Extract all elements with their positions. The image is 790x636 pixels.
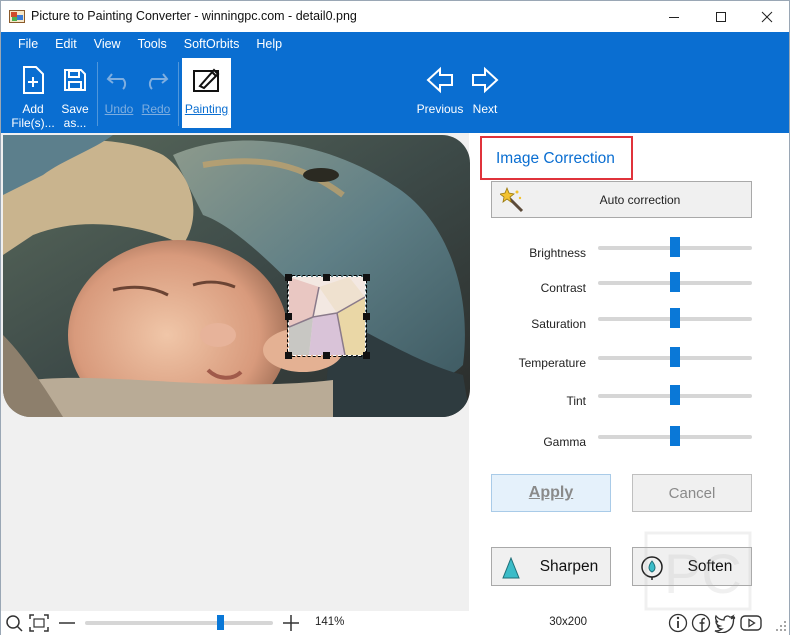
- add-files-button[interactable]: Add File(s)...: [9, 58, 57, 130]
- slider-label-brightness: Brightness: [529, 246, 586, 260]
- zoom-out-icon[interactable]: [57, 615, 77, 634]
- zoom-level: 141%: [315, 616, 345, 628]
- add-files-label-line1: Add: [22, 102, 44, 116]
- slider-label-gamma: Gamma: [543, 435, 586, 449]
- watermark-logo: PC: [644, 531, 752, 611]
- auto-correction-label: Auto correction: [599, 192, 681, 207]
- app-window: Picture to Painting Converter - winningp…: [0, 0, 790, 635]
- save-as-button[interactable]: Save as...: [58, 58, 92, 130]
- add-files-label-line2: File(s)...: [11, 116, 55, 130]
- youtube-icon[interactable]: [740, 614, 762, 635]
- zoom-in-icon[interactable]: [281, 614, 301, 635]
- menu-view[interactable]: View: [85, 34, 129, 54]
- menu-file[interactable]: File: [1, 34, 46, 54]
- zoom-slider-thumb[interactable]: [217, 615, 224, 630]
- cancel-button[interactable]: Cancel: [632, 474, 752, 512]
- slider-thumb-temperature[interactable]: [670, 347, 680, 367]
- app-logo-icon: [9, 9, 25, 24]
- resize-handle[interactable]: [363, 313, 370, 320]
- resize-handle[interactable]: [363, 352, 370, 359]
- title-bar: Picture to Painting Converter - winningp…: [1, 1, 789, 32]
- painting-label: Painting: [184, 102, 229, 116]
- minimize-button[interactable]: [651, 1, 697, 32]
- menu-softorbits[interactable]: SoftOrbits: [175, 34, 248, 54]
- save-icon: [58, 58, 92, 102]
- redo-icon: [139, 58, 173, 102]
- slider-thumb-saturation[interactable]: [670, 308, 680, 328]
- svg-text:PC: PC: [664, 542, 742, 605]
- resize-handle[interactable]: [323, 274, 330, 281]
- window-title: Picture to Painting Converter - winningp…: [31, 9, 357, 23]
- toolbar: Add File(s)... Save as... Undo Redo Pain…: [1, 58, 789, 130]
- slider-thumb-gamma[interactable]: [670, 426, 680, 446]
- next-label: Next: [472, 102, 498, 116]
- slider-label-saturation: Saturation: [531, 317, 586, 331]
- auto-correction-button[interactable]: Auto correction: [491, 181, 752, 218]
- resize-handle[interactable]: [363, 274, 370, 281]
- fit-to-window-icon[interactable]: [29, 614, 49, 635]
- resize-handle[interactable]: [285, 352, 292, 359]
- apply-label: Apply: [528, 484, 574, 501]
- magic-wand-icon: [499, 186, 526, 216]
- save-label-line2: as...: [63, 116, 87, 130]
- redo-button[interactable]: Redo: [139, 58, 173, 128]
- slider-label-contrast: Contrast: [540, 281, 586, 295]
- image-dimensions: 30x200: [549, 616, 587, 628]
- selection-box[interactable]: [287, 275, 367, 357]
- toolbar-separator: [178, 62, 179, 126]
- zoom-slider-track[interactable]: [85, 621, 273, 625]
- zoom-search-icon[interactable]: [5, 614, 25, 635]
- redo-label: Redo: [141, 102, 171, 116]
- cancel-label: Cancel: [668, 484, 716, 502]
- sharpen-icon: [502, 556, 520, 582]
- previous-button[interactable]: Previous: [416, 58, 464, 128]
- arrow-right-icon: [470, 58, 500, 102]
- resize-grip-icon[interactable]: [775, 620, 787, 635]
- sharpen-label: Sharpen: [539, 557, 599, 575]
- menu-help[interactable]: Help: [247, 34, 290, 54]
- close-button[interactable]: [744, 1, 790, 32]
- apply-button[interactable]: Apply: [491, 474, 611, 512]
- resize-handle[interactable]: [285, 274, 292, 281]
- painting-icon: [182, 58, 231, 102]
- slider-label-tint: Tint: [566, 394, 586, 408]
- menu-edit[interactable]: Edit: [46, 34, 85, 54]
- menu-bar: File Edit View Tools SoftOrbits Help: [1, 34, 290, 54]
- ribbon: File Edit View Tools SoftOrbits Help Add…: [1, 32, 789, 133]
- info-icon[interactable]: [668, 613, 688, 636]
- add-file-icon: [9, 58, 57, 102]
- next-button[interactable]: Next: [470, 58, 500, 128]
- photo-preview: [3, 135, 470, 417]
- twitter-icon[interactable]: [714, 613, 736, 636]
- resize-handle[interactable]: [285, 313, 292, 320]
- image-canvas[interactable]: [1, 133, 470, 611]
- undo-label: Undo: [104, 102, 134, 116]
- status-bar: 141% 30x200: [1, 611, 789, 635]
- panel-title: Image Correction: [480, 136, 633, 180]
- slider-label-temperature: Temperature: [518, 356, 586, 370]
- slider-thumb-contrast[interactable]: [670, 272, 680, 292]
- save-label-line1: Save: [61, 102, 89, 116]
- maximize-button[interactable]: [698, 1, 744, 32]
- facebook-icon[interactable]: [691, 613, 711, 636]
- slider-thumb-brightness[interactable]: [670, 237, 680, 257]
- undo-icon: [102, 58, 136, 102]
- undo-button[interactable]: Undo: [102, 58, 136, 128]
- slider-thumb-tint[interactable]: [670, 385, 680, 405]
- painting-button[interactable]: Painting: [182, 58, 231, 128]
- resize-handle[interactable]: [323, 352, 330, 359]
- sharpen-button[interactable]: Sharpen: [491, 547, 611, 586]
- arrow-left-icon: [416, 58, 464, 102]
- toolbar-separator: [97, 62, 98, 126]
- menu-tools[interactable]: Tools: [129, 34, 175, 54]
- previous-label: Previous: [416, 102, 464, 116]
